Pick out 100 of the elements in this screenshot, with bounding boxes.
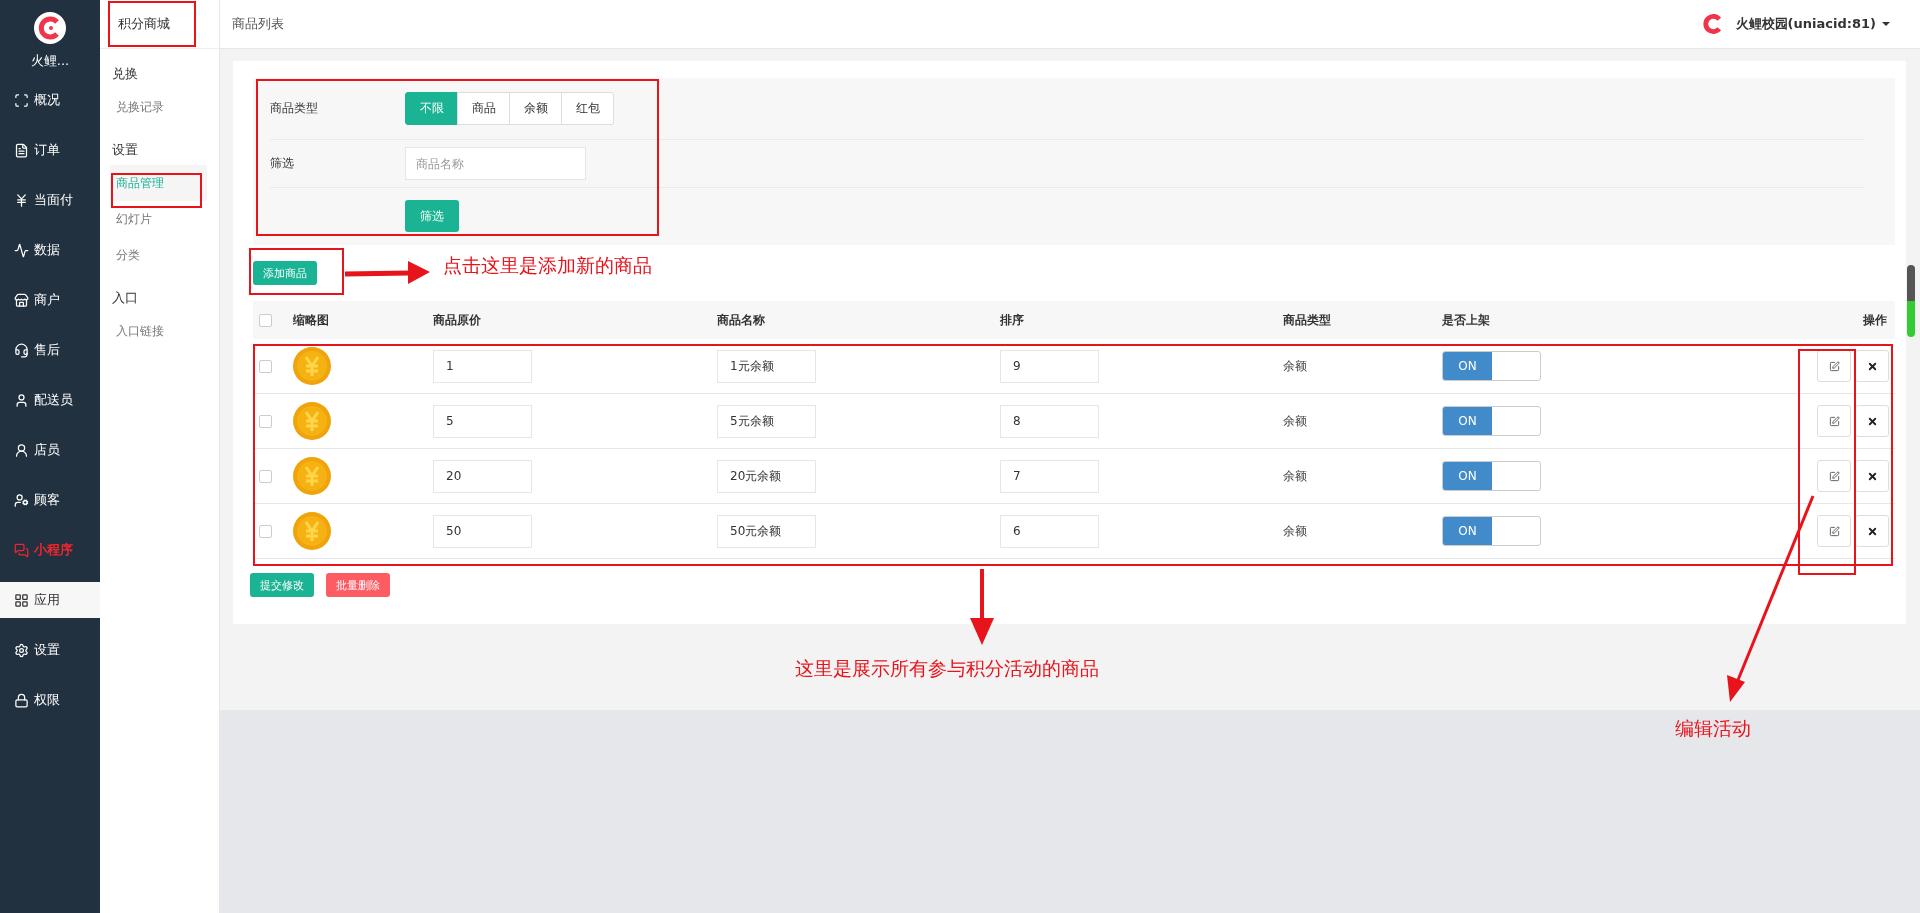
nav-label: 顾客 [34, 491, 60, 509]
price-input[interactable]: 20 [433, 459, 532, 493]
nav-label: 小程序 [34, 541, 73, 559]
sort-input[interactable]: 7 [1000, 459, 1099, 493]
section-title: 积分商城 [100, 0, 219, 49]
switch-label: ON [1443, 517, 1492, 545]
annotation-text: 编辑活动 [1675, 716, 1751, 741]
nav-label: 设置 [34, 641, 60, 659]
user-icon [14, 392, 29, 408]
close-icon [1866, 525, 1878, 537]
nav-item[interactable]: 顾客 [0, 482, 100, 518]
menu-group-title: 入口 [111, 289, 139, 307]
column-header: 缩略图 [293, 311, 329, 329]
nav-label: 权限 [34, 691, 60, 709]
nav-label: 商户 [34, 291, 60, 309]
column-header: 商品原价 [433, 311, 481, 329]
nav-item[interactable]: 权限 [0, 682, 100, 718]
sort-input[interactable]: 8 [1000, 404, 1099, 438]
price-input[interactable]: 1 [433, 349, 532, 383]
table-cell-text: 余额 [1283, 357, 1308, 375]
price-input[interactable]: 5 [433, 404, 532, 438]
type-filter-button[interactable]: 余额 [509, 92, 562, 125]
row-checkbox[interactable] [259, 524, 272, 538]
close-icon [1866, 360, 1878, 372]
switch-label: ON [1443, 352, 1492, 380]
listing-switch[interactable]: ON [1442, 461, 1541, 491]
nav-label: 概况 [34, 91, 60, 109]
nav-label: 数据 [34, 241, 60, 259]
settings-icon [14, 642, 29, 658]
nav-item[interactable]: 设置 [0, 632, 100, 668]
table-cell-text: 余额 [1283, 522, 1308, 540]
menu-group-title: 兑换 [111, 65, 139, 83]
search-field[interactable]: 商品名称 [405, 147, 586, 180]
submenu-item[interactable]: 幻灯片 [110, 201, 207, 237]
coin-icon [293, 402, 331, 440]
headset-icon [14, 342, 29, 358]
name-input[interactable]: 50元余额 [717, 514, 816, 548]
caret-icon [1882, 22, 1890, 26]
edit-icon [1828, 525, 1840, 537]
listing-switch[interactable]: ON [1442, 516, 1541, 546]
nav-label: 店员 [34, 441, 60, 459]
row-checkbox[interactable] [259, 359, 272, 373]
close-icon [1866, 415, 1878, 427]
column-header: 排序 [1000, 311, 1024, 329]
edit-icon [1828, 470, 1840, 482]
nav-item[interactable]: 配送员 [0, 382, 100, 418]
listing-switch[interactable]: ON [1442, 351, 1541, 381]
menu-group-title: 设置 [111, 141, 139, 159]
grid-icon [14, 592, 29, 608]
delete-button[interactable] [1855, 405, 1889, 437]
column-header: 操作 [1863, 311, 1888, 329]
nav-item[interactable]: 当面付 [0, 182, 100, 218]
coin-icon [293, 457, 331, 495]
row-checkbox[interactable] [259, 414, 272, 428]
delete-button[interactable] [1855, 460, 1889, 492]
switch-label: ON [1443, 407, 1492, 435]
close-icon [1866, 470, 1878, 482]
store-icon [14, 292, 29, 308]
yen-icon [14, 192, 29, 208]
coin-icon [293, 512, 331, 550]
user-icon [14, 442, 29, 458]
submenu-item[interactable]: 兑换记录 [110, 89, 207, 125]
nav-label: 应用 [34, 591, 60, 609]
sort-input[interactable]: 9 [1000, 349, 1099, 383]
nav-item[interactable]: 商户 [0, 282, 100, 318]
name-input[interactable]: 20元余额 [717, 459, 816, 493]
annotation-text: 这里是展示所有参与积分活动的商品 [795, 656, 1099, 681]
delete-button[interactable] [1855, 515, 1889, 547]
nav-label: 订单 [34, 141, 60, 159]
submenu-item[interactable]: 入口链接 [110, 313, 207, 349]
table-cell-text: 余额 [1283, 467, 1308, 485]
nav-item[interactable]: 售后 [0, 332, 100, 368]
select-all-checkbox[interactable] [259, 313, 272, 327]
account-menu[interactable]: 火鲤校园(uniacid:81) [1735, 15, 1890, 33]
listing-switch[interactable]: ON [1442, 406, 1541, 436]
type-filter-button[interactable]: 红包 [561, 92, 614, 125]
filter-label: 商品类型 [270, 100, 319, 117]
row-checkbox[interactable] [259, 469, 272, 483]
price-input[interactable]: 50 [433, 514, 532, 548]
edit-icon [1828, 360, 1840, 372]
delete-button[interactable] [1855, 350, 1889, 382]
switch-label: ON [1443, 462, 1492, 490]
user-gear-icon [14, 492, 29, 508]
name-input[interactable]: 5元余额 [717, 404, 816, 438]
nav-item[interactable]: 订单 [0, 132, 100, 168]
name-input[interactable]: 1元余额 [717, 349, 816, 383]
scrollbar[interactable] [1907, 265, 1915, 337]
filter-label: 筛选 [270, 155, 295, 172]
nav-item[interactable]: 概况 [0, 82, 100, 118]
edit-button[interactable] [1817, 350, 1851, 382]
table-cell-text: 余额 [1283, 412, 1308, 430]
lock-icon [14, 692, 29, 708]
nav-item[interactable]: 店员 [0, 432, 100, 468]
submenu-item[interactable]: 分类 [110, 237, 207, 273]
sort-input[interactable]: 6 [1000, 514, 1099, 548]
nav-item[interactable]: 数据 [0, 232, 100, 268]
brand-logo-icon [1701, 13, 1724, 35]
type-filter-button[interactable]: 商品 [457, 92, 510, 125]
nav-label: 配送员 [34, 391, 73, 409]
nav-item[interactable]: 应用 [0, 582, 100, 618]
